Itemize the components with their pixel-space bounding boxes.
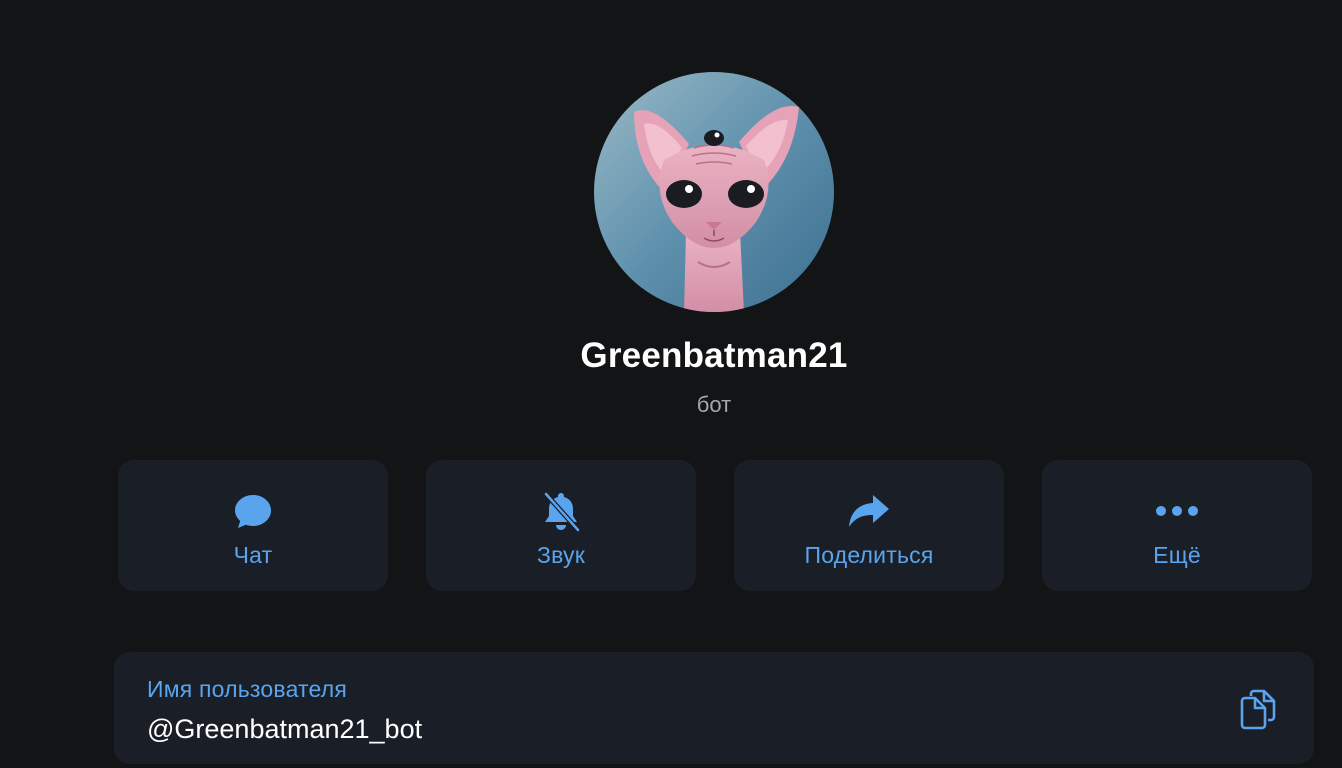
profile-page: Greenbatman21 бот Чат Звук Поделиться Ещ… — [0, 0, 1342, 768]
bell-muted-icon — [541, 490, 581, 532]
sphynx-cat-avatar — [594, 72, 834, 312]
share-arrow-icon — [847, 490, 891, 532]
copy-icon — [1240, 689, 1276, 730]
chat-button-label: Чат — [233, 542, 273, 568]
profile-avatar[interactable] — [594, 72, 834, 312]
username-value[interactable]: @Greenbatman21_bot — [147, 714, 422, 745]
more-button-label: Ещё — [1153, 542, 1201, 568]
share-button-label: Поделиться — [804, 542, 934, 568]
username-card[interactable]: Имя пользователя @Greenbatman21_bot — [114, 652, 1314, 764]
profile-status: бот — [696, 392, 732, 417]
sound-button[interactable]: Звук — [426, 460, 696, 591]
profile-name: Greenbatman21 — [580, 336, 848, 375]
share-button[interactable]: Поделиться — [734, 460, 1004, 591]
more-dots-icon — [1155, 490, 1199, 532]
profile-actions: Чат Звук Поделиться Ещё — [118, 460, 1312, 591]
copy-username-button[interactable] — [1236, 686, 1280, 732]
username-label: Имя пользователя — [147, 676, 348, 702]
chat-button[interactable]: Чат — [118, 460, 388, 591]
sound-button-label: Звук — [537, 542, 585, 568]
chat-bubble-icon — [234, 490, 272, 532]
more-button[interactable]: Ещё — [1042, 460, 1312, 591]
